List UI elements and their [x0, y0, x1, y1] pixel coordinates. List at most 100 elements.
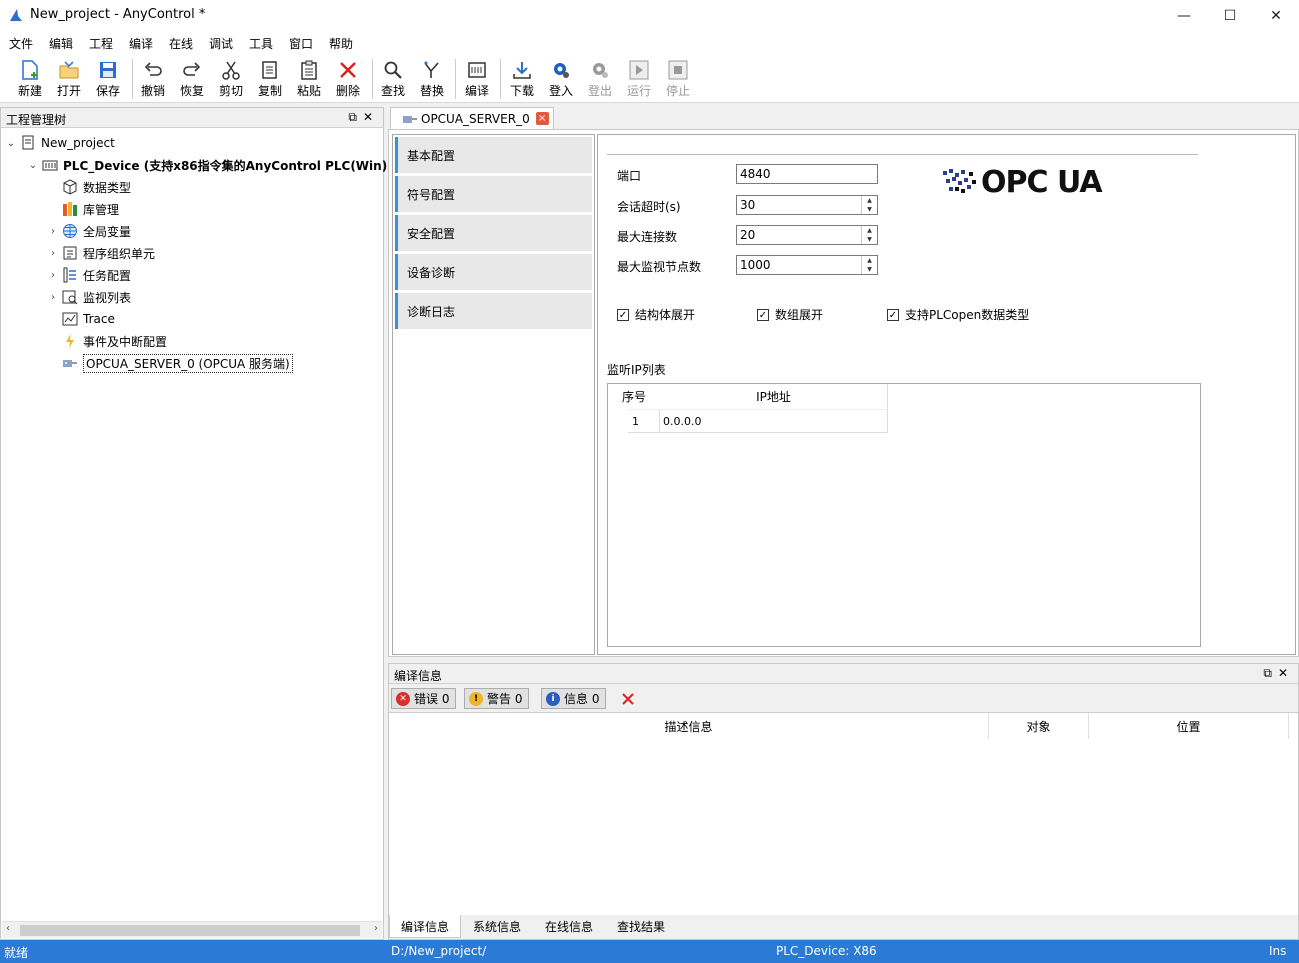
column-description[interactable]: 描述信息	[389, 713, 989, 739]
expand-arrow-icon[interactable]: ›	[47, 270, 59, 281]
logout-button[interactable]: 登出	[581, 57, 619, 101]
errors-filter-button[interactable]: ✕ 错误 0	[391, 688, 457, 709]
run-button[interactable]: 运行	[620, 57, 658, 101]
tree-label-datatypes: 数据类型	[83, 180, 132, 195]
tree-node-pou[interactable]: › 程序组织单元	[47, 242, 155, 264]
ip-header-no[interactable]: 序号	[608, 384, 660, 409]
tree-node-events[interactable]: 事件及中断配置	[47, 330, 167, 352]
scroll-left-icon[interactable]: ‹	[6, 923, 10, 934]
nav-device-diagnosis[interactable]: 设备诊断	[395, 254, 592, 290]
new-button[interactable]: 新建	[11, 57, 49, 101]
tree-node-device[interactable]: ⌄ PLC_Device (支持x86指令集的AnyControl PLC(Wi…	[27, 154, 393, 176]
array-expand-checkbox[interactable]: ✓ 数组展开	[757, 306, 823, 323]
float-icon[interactable]: ⧉	[1263, 666, 1278, 680]
tree-node-datatypes[interactable]: 数据类型	[47, 176, 131, 198]
struct-expand-checkbox[interactable]: ✓ 结构体展开	[617, 306, 695, 323]
replace-button[interactable]: 替换	[413, 57, 451, 101]
close-button[interactable]: ✕	[1253, 0, 1299, 31]
ip-row-no: 1	[632, 415, 639, 428]
tree-label-root: New_project	[41, 136, 115, 150]
undo-button[interactable]: 撤销	[134, 57, 172, 101]
spin-arrows-icon[interactable]: ▲ ▼	[861, 226, 877, 244]
download-button[interactable]: 下载	[503, 57, 541, 101]
stop-icon	[668, 60, 688, 80]
spin-arrows-icon[interactable]: ▲ ▼	[861, 256, 877, 274]
menu-window[interactable]: 窗口	[289, 35, 313, 52]
basic-config-panel: 端口 4840 会话超时(s) 30 ▲ ▼ 最大连接数 20 ▲ ▼ 最大监视节点…	[597, 134, 1296, 655]
session-timeout-spinbox[interactable]: 30 ▲ ▼	[736, 195, 878, 215]
menu-compile[interactable]: 编译	[129, 35, 153, 52]
close-panel-icon[interactable]: ✕	[1278, 666, 1294, 680]
nav-diagnosis-log[interactable]: 诊断日志	[395, 293, 592, 329]
expand-arrow-icon[interactable]: ›	[47, 226, 59, 237]
tree-node-opcua[interactable]: OPCUA_SERVER_0 (OPCUA 服务端)	[47, 352, 293, 374]
scroll-right-icon[interactable]: ›	[374, 923, 378, 934]
tree-node-tasks[interactable]: › 任务配置	[47, 264, 131, 286]
menu-help[interactable]: 帮助	[329, 35, 353, 52]
tree-node-globalvars[interactable]: › 全局变量	[47, 220, 131, 242]
max-monitor-nodes-spinbox[interactable]: 1000 ▲ ▼	[736, 255, 878, 275]
tree-node-root[interactable]: ⌄ New_project	[5, 132, 115, 154]
info-filter-button[interactable]: i 信息 0	[541, 688, 607, 709]
compile-panel-title: 编译信息	[394, 669, 443, 683]
column-position[interactable]: 位置	[1089, 713, 1289, 739]
redo-button[interactable]: 恢复	[173, 57, 211, 101]
copy-button[interactable]: 复制	[251, 57, 289, 101]
scrollbar-thumb[interactable]	[20, 925, 360, 936]
max-connections-spinbox[interactable]: 20 ▲ ▼	[736, 225, 878, 245]
save-button[interactable]: 保存	[89, 57, 127, 101]
tab-find-results[interactable]: 查找结果	[605, 915, 677, 938]
tree-node-watch[interactable]: › 监视列表	[47, 286, 131, 308]
menu-file[interactable]: 文件	[9, 35, 33, 52]
table-row[interactable]: 1 0.0.0.0	[628, 409, 888, 433]
column-object[interactable]: 对象	[989, 713, 1089, 739]
horizontal-scrollbar[interactable]: ‹ ›	[2, 921, 382, 938]
login-button[interactable]: 登入	[542, 57, 580, 101]
nav-basic-config[interactable]: 基本配置	[395, 137, 592, 173]
tab-system-info[interactable]: 系统信息	[461, 915, 533, 938]
plcopen-types-checkbox[interactable]: ✓ 支持PLCopen数据类型	[887, 306, 1029, 323]
clear-messages-icon[interactable]	[620, 691, 636, 707]
tab-online-info[interactable]: 在线信息	[533, 915, 605, 938]
tab-compile-info[interactable]: 编译信息	[389, 915, 461, 938]
warnings-filter-button[interactable]: ! 警告 0	[464, 688, 530, 709]
struct-expand-label: 结构体展开	[635, 308, 696, 322]
open-button[interactable]: 打开	[50, 57, 88, 101]
collapse-arrow-icon[interactable]: ⌄	[5, 138, 17, 149]
tab-opcua-server[interactable]: OPCUA_SERVER_0 ×	[390, 107, 554, 129]
close-panel-icon[interactable]: ✕	[363, 110, 379, 124]
expand-arrow-icon[interactable]: ›	[47, 248, 59, 259]
port-input[interactable]: 4840	[736, 164, 878, 184]
tree-node-trace[interactable]: Trace	[47, 308, 115, 330]
maximize-button[interactable]: ☐	[1207, 0, 1253, 31]
find-button[interactable]: 查找	[374, 57, 412, 101]
nav-security-config[interactable]: 安全配置	[395, 215, 592, 251]
checkbox-checked-icon[interactable]: ✓	[757, 308, 769, 321]
compile-button[interactable]: 编译	[458, 57, 496, 101]
tree-node-library[interactable]: 库管理	[47, 198, 119, 220]
float-icon[interactable]: ⧉	[348, 110, 363, 124]
menu-project[interactable]: 工程	[89, 35, 113, 52]
nav-symbol-config[interactable]: 符号配置	[395, 176, 592, 212]
spin-arrows-icon[interactable]: ▲ ▼	[861, 196, 877, 214]
menu-online[interactable]: 在线	[169, 35, 193, 52]
tab-close-icon[interactable]: ×	[535, 112, 549, 125]
max-monitor-nodes-value: 1000	[740, 258, 771, 272]
divider	[607, 154, 1198, 155]
checkbox-checked-icon[interactable]: ✓	[617, 308, 629, 321]
watch-list-icon	[62, 290, 78, 305]
menu-edit[interactable]: 编辑	[49, 35, 73, 52]
collapse-arrow-icon[interactable]: ⌄	[27, 160, 39, 171]
stop-button[interactable]: 停止	[659, 57, 697, 101]
app-logo-icon	[10, 9, 22, 21]
cut-button[interactable]: 剪切	[212, 57, 250, 101]
checkbox-checked-icon[interactable]: ✓	[887, 308, 899, 321]
menu-tools[interactable]: 工具	[249, 35, 273, 52]
menu-debug[interactable]: 调试	[209, 35, 233, 52]
paste-button[interactable]: 粘贴	[290, 57, 328, 101]
ip-header-address[interactable]: IP地址	[660, 384, 888, 409]
minimize-button[interactable]: —	[1161, 0, 1207, 31]
toolbar-separator	[455, 59, 456, 99]
delete-button[interactable]: 删除	[329, 57, 367, 101]
expand-arrow-icon[interactable]: ›	[47, 292, 59, 303]
